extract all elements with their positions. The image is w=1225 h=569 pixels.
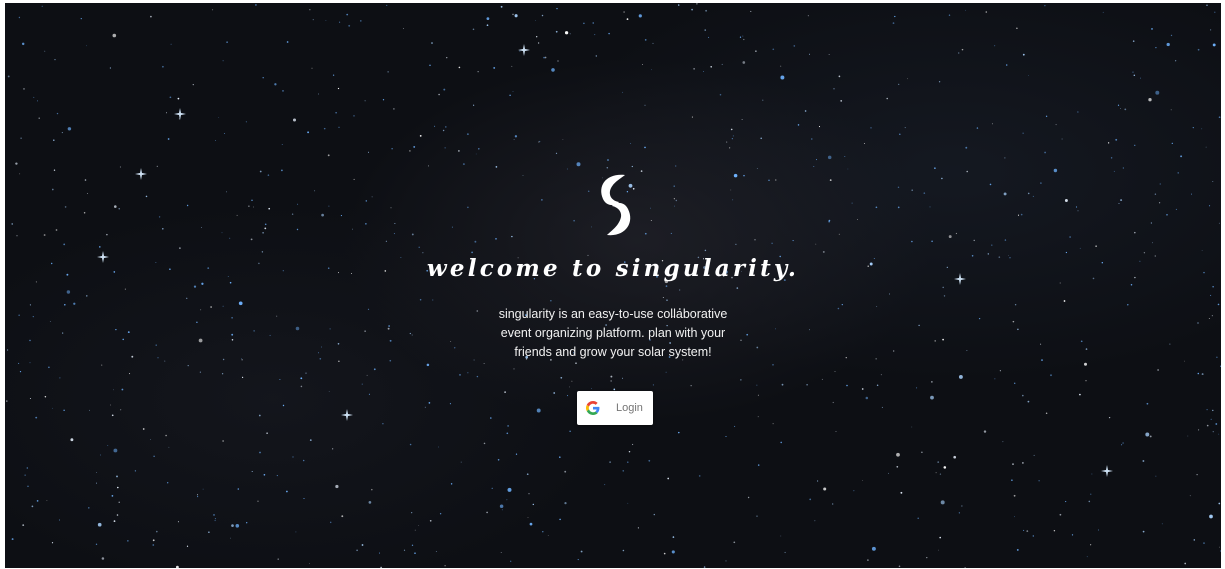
google-login-button[interactable]: Login <box>577 391 653 425</box>
welcome-headline: welcome to singularity. <box>426 255 800 282</box>
google-icon <box>586 401 600 415</box>
tagline-line: event organizing platform. plan with you… <box>500 326 726 340</box>
login-label: Login <box>616 402 643 414</box>
tagline: singularity is an easy-to-use collaborat… <box>463 305 763 362</box>
hero-section: welcome to singularity. singularity is a… <box>5 3 1221 568</box>
tagline-line: friends and grow your solar system! <box>514 345 712 359</box>
singularity-logo-icon <box>601 174 631 236</box>
starfield-background: welcome to singularity. singularity is a… <box>5 3 1221 568</box>
tagline-line: singularity is an easy-to-use collaborat… <box>498 307 728 321</box>
